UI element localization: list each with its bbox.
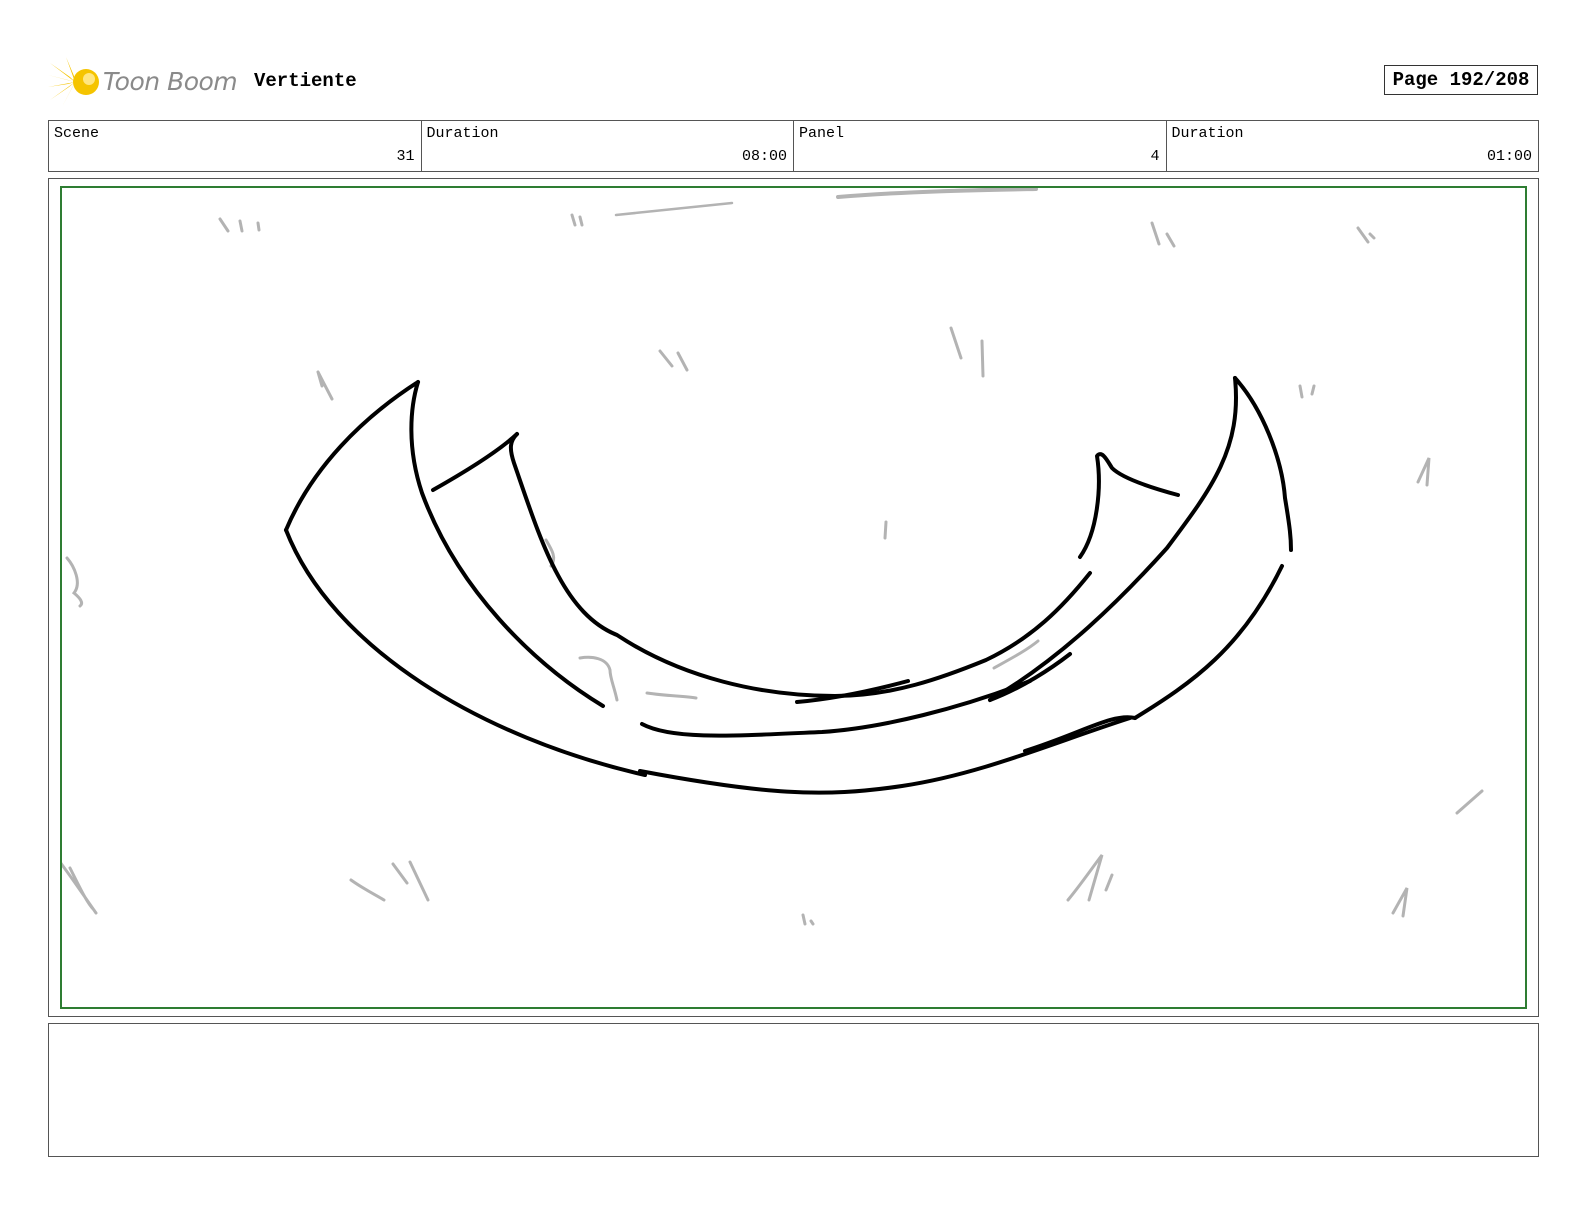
scene-duration-value: 08:00	[741, 148, 787, 165]
panel-duration-value: 01:00	[1486, 148, 1532, 165]
scene-value: 31	[396, 148, 415, 165]
grey-grass-strokes	[62, 188, 1484, 926]
toon-boom-logo: Toon Boom	[48, 57, 238, 107]
page-number: Page 192/208	[1384, 65, 1538, 95]
scene-info-row: Scene 31 Duration 08:00 Panel 4 Duration…	[48, 120, 1539, 172]
black-curved-shape	[284, 376, 1293, 795]
project-title: Vertiente	[254, 70, 357, 92]
notes-box	[48, 1023, 1539, 1157]
scene-duration-label: Duration	[426, 125, 499, 142]
panel-frame	[48, 178, 1539, 1017]
panel-duration-cell: Duration 01:00	[1167, 121, 1539, 171]
panel-drawing-area	[60, 186, 1527, 1009]
page-header: Toon Boom Vertiente Page 192/208	[48, 55, 1538, 110]
panel-duration-label: Duration	[1171, 125, 1244, 142]
storyboard-sketch	[62, 188, 1484, 926]
panel-label: Panel	[799, 125, 845, 142]
sun-burst-icon	[48, 57, 99, 107]
panel-value: 4	[1150, 148, 1160, 165]
scene-cell: Scene 31	[49, 121, 422, 171]
scene-duration-cell: Duration 08:00	[422, 121, 794, 171]
logo-text: Toon Boom	[103, 67, 238, 96]
panel-cell: Panel 4	[794, 121, 1167, 171]
scene-label: Scene	[54, 125, 100, 142]
